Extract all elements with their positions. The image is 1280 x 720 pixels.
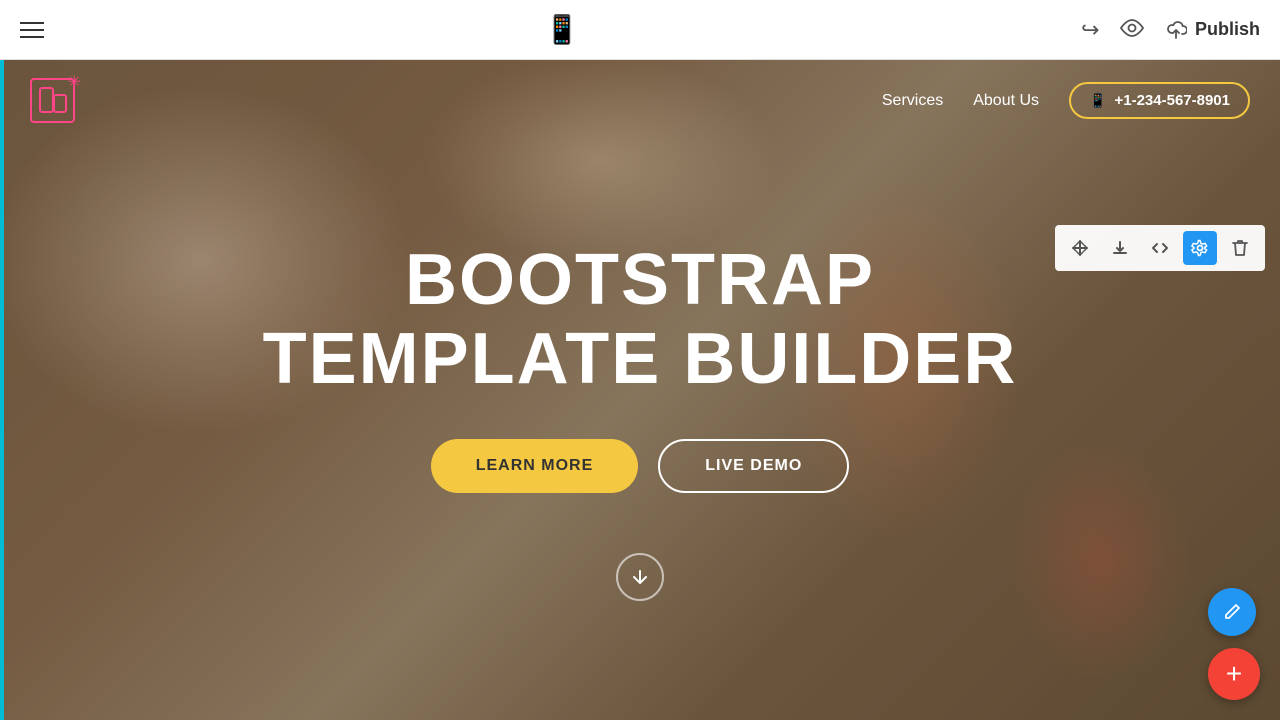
site-navbar: ✳ Services About Us 📱 +1-234-567-8901 <box>0 60 1280 141</box>
logo-icon: ✳ <box>30 78 75 123</box>
preview-icon[interactable] <box>1119 17 1145 43</box>
publish-button[interactable]: Publish <box>1165 19 1260 40</box>
publish-label: Publish <box>1195 19 1260 40</box>
fab-edit-button[interactable] <box>1208 588 1256 636</box>
hero-buttons: LEARN MORE LIVE DEMO <box>0 439 1280 493</box>
download-icon <box>1111 239 1129 257</box>
delete-control-button[interactable] <box>1223 231 1257 265</box>
code-icon <box>1151 239 1169 257</box>
toolbar-center: 📱 <box>545 13 580 46</box>
download-control-button[interactable] <box>1103 231 1137 265</box>
toolbar: 📱 ↩ Publish <box>0 0 1280 60</box>
phone-number: +1-234-567-8901 <box>1114 92 1230 109</box>
canvas-area: ✳ Services About Us 📱 +1-234-567-8901 BO… <box>0 60 1280 720</box>
left-edge-indicator <box>0 60 4 720</box>
fab-container: + <box>1208 588 1260 700</box>
hero-title-line2: TEMPLATE BUILDER <box>0 320 1280 399</box>
sun-icon: ✳ <box>68 72 81 92</box>
hamburger-menu[interactable] <box>20 22 44 38</box>
about-link[interactable]: About Us <box>973 92 1039 110</box>
pencil-icon <box>1222 602 1242 622</box>
fab-add-button[interactable]: + <box>1208 648 1260 700</box>
scroll-arrow-button[interactable] <box>616 553 664 601</box>
code-control-button[interactable] <box>1143 231 1177 265</box>
gear-icon <box>1191 239 1209 257</box>
learn-more-button[interactable]: LEARN MORE <box>431 439 639 493</box>
mobile-preview-icon[interactable]: 📱 <box>545 13 580 46</box>
phone-button[interactable]: 📱 +1-234-567-8901 <box>1069 82 1250 119</box>
toolbar-right: ↩ Publish <box>1081 17 1260 43</box>
arrow-down-icon <box>630 567 650 587</box>
scroll-down <box>0 553 1280 601</box>
settings-control-button[interactable] <box>1183 231 1217 265</box>
services-link[interactable]: Services <box>882 92 943 110</box>
fab-add-icon: + <box>1226 658 1242 690</box>
site-preview: ✳ Services About Us 📱 +1-234-567-8901 BO… <box>0 60 1280 720</box>
hero-content: BOOTSTRAP TEMPLATE BUILDER LEARN MORE LI… <box>0 141 1280 601</box>
undo-icon[interactable]: ↩ <box>1081 17 1099 43</box>
site-nav-links: Services About Us 📱 +1-234-567-8901 <box>882 82 1250 119</box>
toolbar-left <box>20 22 44 38</box>
live-demo-button[interactable]: LIVE DEMO <box>658 439 849 493</box>
move-control-button[interactable] <box>1063 231 1097 265</box>
logo-svg <box>39 87 67 115</box>
phone-icon: 📱 <box>1089 92 1106 109</box>
trash-icon <box>1232 239 1248 257</box>
cloud-upload-icon <box>1165 21 1187 39</box>
site-logo: ✳ <box>30 78 75 123</box>
block-controls <box>1055 225 1265 271</box>
move-icon <box>1071 239 1089 257</box>
